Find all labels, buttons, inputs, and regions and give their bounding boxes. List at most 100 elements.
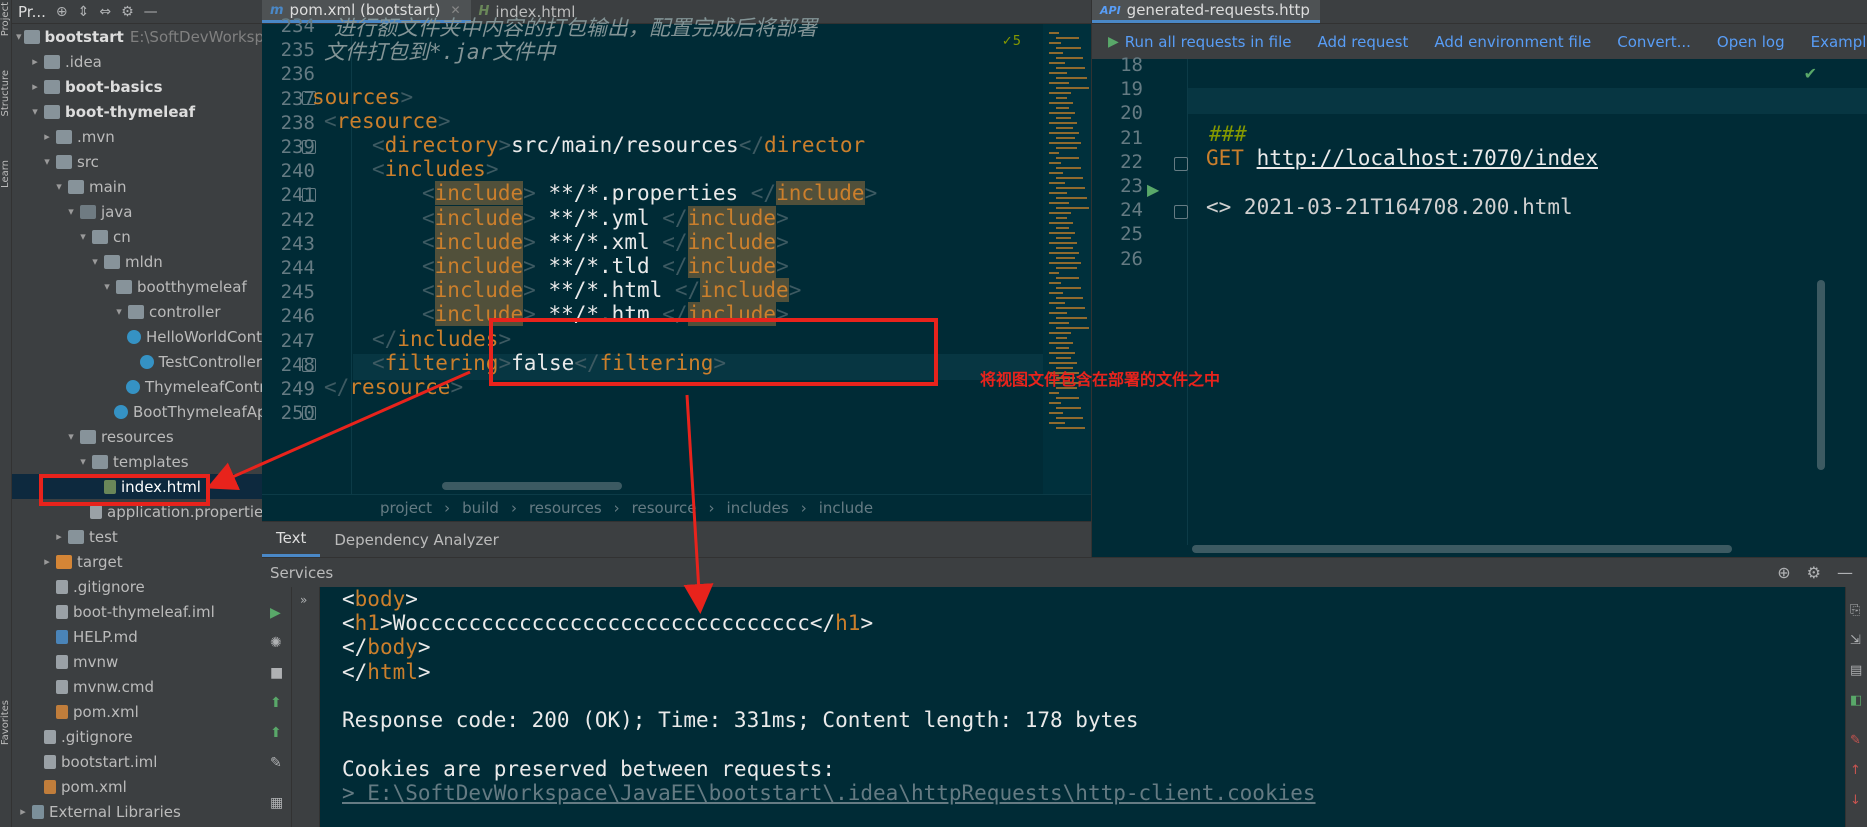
chevron-down-icon[interactable]: ▾ <box>64 430 78 443</box>
debug-icon[interactable]: ✺ <box>270 635 282 651</box>
chevron-right-icon[interactable]: ▸ <box>40 130 54 143</box>
copy-icon[interactable]: ⎘ <box>1850 603 1860 618</box>
html-view-icon[interactable]: ◧ <box>1850 693 1862 708</box>
tree-item[interactable]: ▾ templates <box>12 449 262 474</box>
fold-marker-icon[interactable] <box>302 139 316 154</box>
debug-deploy-icon[interactable]: ⬆ <box>270 725 282 741</box>
tree-item[interactable]: ▾ mldn <box>12 249 262 274</box>
code-minimap[interactable] <box>1043 24 1091 494</box>
vertical-scrollbar[interactable] <box>1817 280 1825 470</box>
gear-icon[interactable]: ⚙ <box>1807 563 1821 582</box>
hide-icon[interactable]: — <box>144 4 158 20</box>
chevron-down-icon[interactable]: ▾ <box>100 280 114 293</box>
add-request-link[interactable]: Add request <box>1318 33 1409 51</box>
run-icon[interactable]: ▶ <box>270 605 281 621</box>
tree-item[interactable]: pom.xml <box>12 699 262 724</box>
horizontal-scrollbar[interactable] <box>442 482 622 490</box>
breadcrumb-item[interactable]: resources <box>529 499 602 517</box>
chevron-down-icon[interactable]: ▾ <box>40 155 54 168</box>
tree-item[interactable]: ▸ External Libraries <box>12 799 262 824</box>
tree-item[interactable]: HELP.md <box>12 624 262 649</box>
wrench-icon[interactable]: ✎ <box>270 755 282 771</box>
chevron-down-icon[interactable]: ▾ <box>112 305 126 318</box>
expand-icon[interactable]: » <box>300 593 307 607</box>
convert-link[interactable]: Convert... <box>1617 33 1691 51</box>
locate-icon[interactable]: ⊕ <box>56 4 68 20</box>
clear-icon[interactable]: ✎ <box>1850 733 1861 748</box>
tree-item[interactable]: pom.xml <box>12 774 262 799</box>
open-log-link[interactable]: Open log <box>1717 33 1785 51</box>
breadcrumb-item[interactable]: resource <box>632 499 697 517</box>
horizontal-scrollbar[interactable] <box>1192 545 1732 553</box>
tree-item[interactable]: ▸ test <box>12 524 262 549</box>
chevron-right-icon[interactable]: ▸ <box>40 555 54 568</box>
layout-icon[interactable]: ▦ <box>270 795 283 811</box>
structure-tool-button[interactable]: Structure <box>0 70 12 117</box>
fold-marker-icon[interactable] <box>1174 205 1188 220</box>
scroll-up-icon[interactable]: ↑ <box>1850 763 1861 778</box>
tree-item[interactable]: ▾ controller <box>12 299 262 324</box>
tree-item[interactable]: ▾ boot-thymeleaf <box>12 99 262 124</box>
breadcrumb-item[interactable]: project <box>380 499 432 517</box>
tree-item[interactable]: HelloWorldCont <box>12 324 262 349</box>
breadcrumb-item[interactable]: includes <box>727 499 789 517</box>
project-panel-title[interactable]: Pr... <box>18 3 46 21</box>
tree-item[interactable]: mvnw <box>12 649 262 674</box>
fold-marker-icon[interactable] <box>302 406 316 420</box>
tab-text[interactable]: Text <box>262 522 321 557</box>
chevron-down-icon[interactable]: ▾ <box>52 180 66 193</box>
fold-marker-icon[interactable] <box>1174 156 1188 171</box>
tree-item[interactable]: ▾ main <box>12 174 262 199</box>
tree-item[interactable]: bootstart.iml <box>12 749 262 774</box>
chevron-down-icon[interactable]: ▾ <box>88 255 102 268</box>
fold-marker-icon[interactable] <box>302 357 316 372</box>
gear-icon[interactable]: ⚙ <box>121 4 134 20</box>
run-all-requests-link[interactable]: Run all requests in file <box>1125 33 1292 51</box>
request-url[interactable]: http://localhost:7070/index <box>1257 146 1598 170</box>
tree-item[interactable]: boot-thymeleaf.iml <box>12 599 262 624</box>
tree-item[interactable]: ▸ target <box>12 549 262 574</box>
tree-item[interactable]: ▾ bootstart E:\SoftDevWorkspa <box>12 24 262 49</box>
export-icon[interactable]: ⇲ <box>1850 633 1861 648</box>
examples-link[interactable]: Examples <box>1811 33 1867 51</box>
tree-item[interactable]: .gitignore <box>12 574 262 599</box>
tree-item[interactable]: ▾ java <box>12 199 262 224</box>
tree-item[interactable]: ▾ src <box>12 149 262 174</box>
tree-item[interactable]: BootThymeleafAp <box>12 399 262 424</box>
crosshair-icon[interactable]: ⊕ <box>1777 563 1790 582</box>
breadcrumb-item[interactable]: include <box>819 499 873 517</box>
fold-marker-icon[interactable] <box>302 188 316 203</box>
hide-icon[interactable]: — <box>1837 563 1853 582</box>
chevron-down-icon[interactable]: ▾ <box>64 205 78 218</box>
chevron-right-icon[interactable]: ▸ <box>16 805 30 818</box>
deploy-icon[interactable]: ⬆ <box>270 695 282 711</box>
tree-item[interactable]: ▸ boot-basics <box>12 74 262 99</box>
services-tree[interactable]: » <box>292 587 320 827</box>
chevron-down-icon[interactable]: ▾ <box>76 455 90 468</box>
collapse-all-icon[interactable]: ⇔ <box>99 4 111 20</box>
response-output[interactable]: <body> <h1>Woccccccccccccccccccccccccccc… <box>320 587 1845 827</box>
tree-item[interactable]: TestController <box>12 349 262 374</box>
tab-dependency-analyzer[interactable]: Dependency Analyzer <box>320 522 512 557</box>
tree-item[interactable]: ▸ .mvn <box>12 124 262 149</box>
chevron-right-icon[interactable]: ▸ <box>52 530 66 543</box>
response-reference[interactable]: <> 2021-03-21T164708.200.html <box>1206 195 1573 219</box>
tree-item[interactable]: ▾ bootthymeleaf <box>12 274 262 299</box>
request-line[interactable]: GET http://localhost:7070/index <box>1206 146 1598 170</box>
tree-item[interactable]: ▸ .idea <box>12 49 262 74</box>
tree-item[interactable]: .gitignore <box>12 724 262 749</box>
view-icon[interactable]: ▤ <box>1850 663 1862 678</box>
expand-all-icon[interactable]: ⇕ <box>78 4 90 20</box>
chevron-down-icon[interactable]: ▾ <box>76 230 90 243</box>
scroll-down-icon[interactable]: ↓ <box>1850 793 1861 808</box>
tree-item[interactable]: ▾ resources <box>12 424 262 449</box>
breadcrumb-item[interactable]: build <box>462 499 499 517</box>
favorites-tool-button[interactable]: Favorites <box>0 700 12 745</box>
cookies-file-link[interactable]: > E:\SoftDevWorkspace\JavaEE\bootstart\.… <box>342 781 1316 805</box>
tree-item[interactable]: mvnw.cmd <box>12 674 262 699</box>
tree-item[interactable]: ▾ cn <box>12 224 262 249</box>
learn-tool-button[interactable]: Learn <box>0 160 12 188</box>
inspection-widget[interactable]: ✓5 <box>1002 34 1021 49</box>
tab-generated-requests[interactable]: API generated-requests.http <box>1092 0 1320 23</box>
project-tool-button[interactable]: Project <box>0 2 12 36</box>
